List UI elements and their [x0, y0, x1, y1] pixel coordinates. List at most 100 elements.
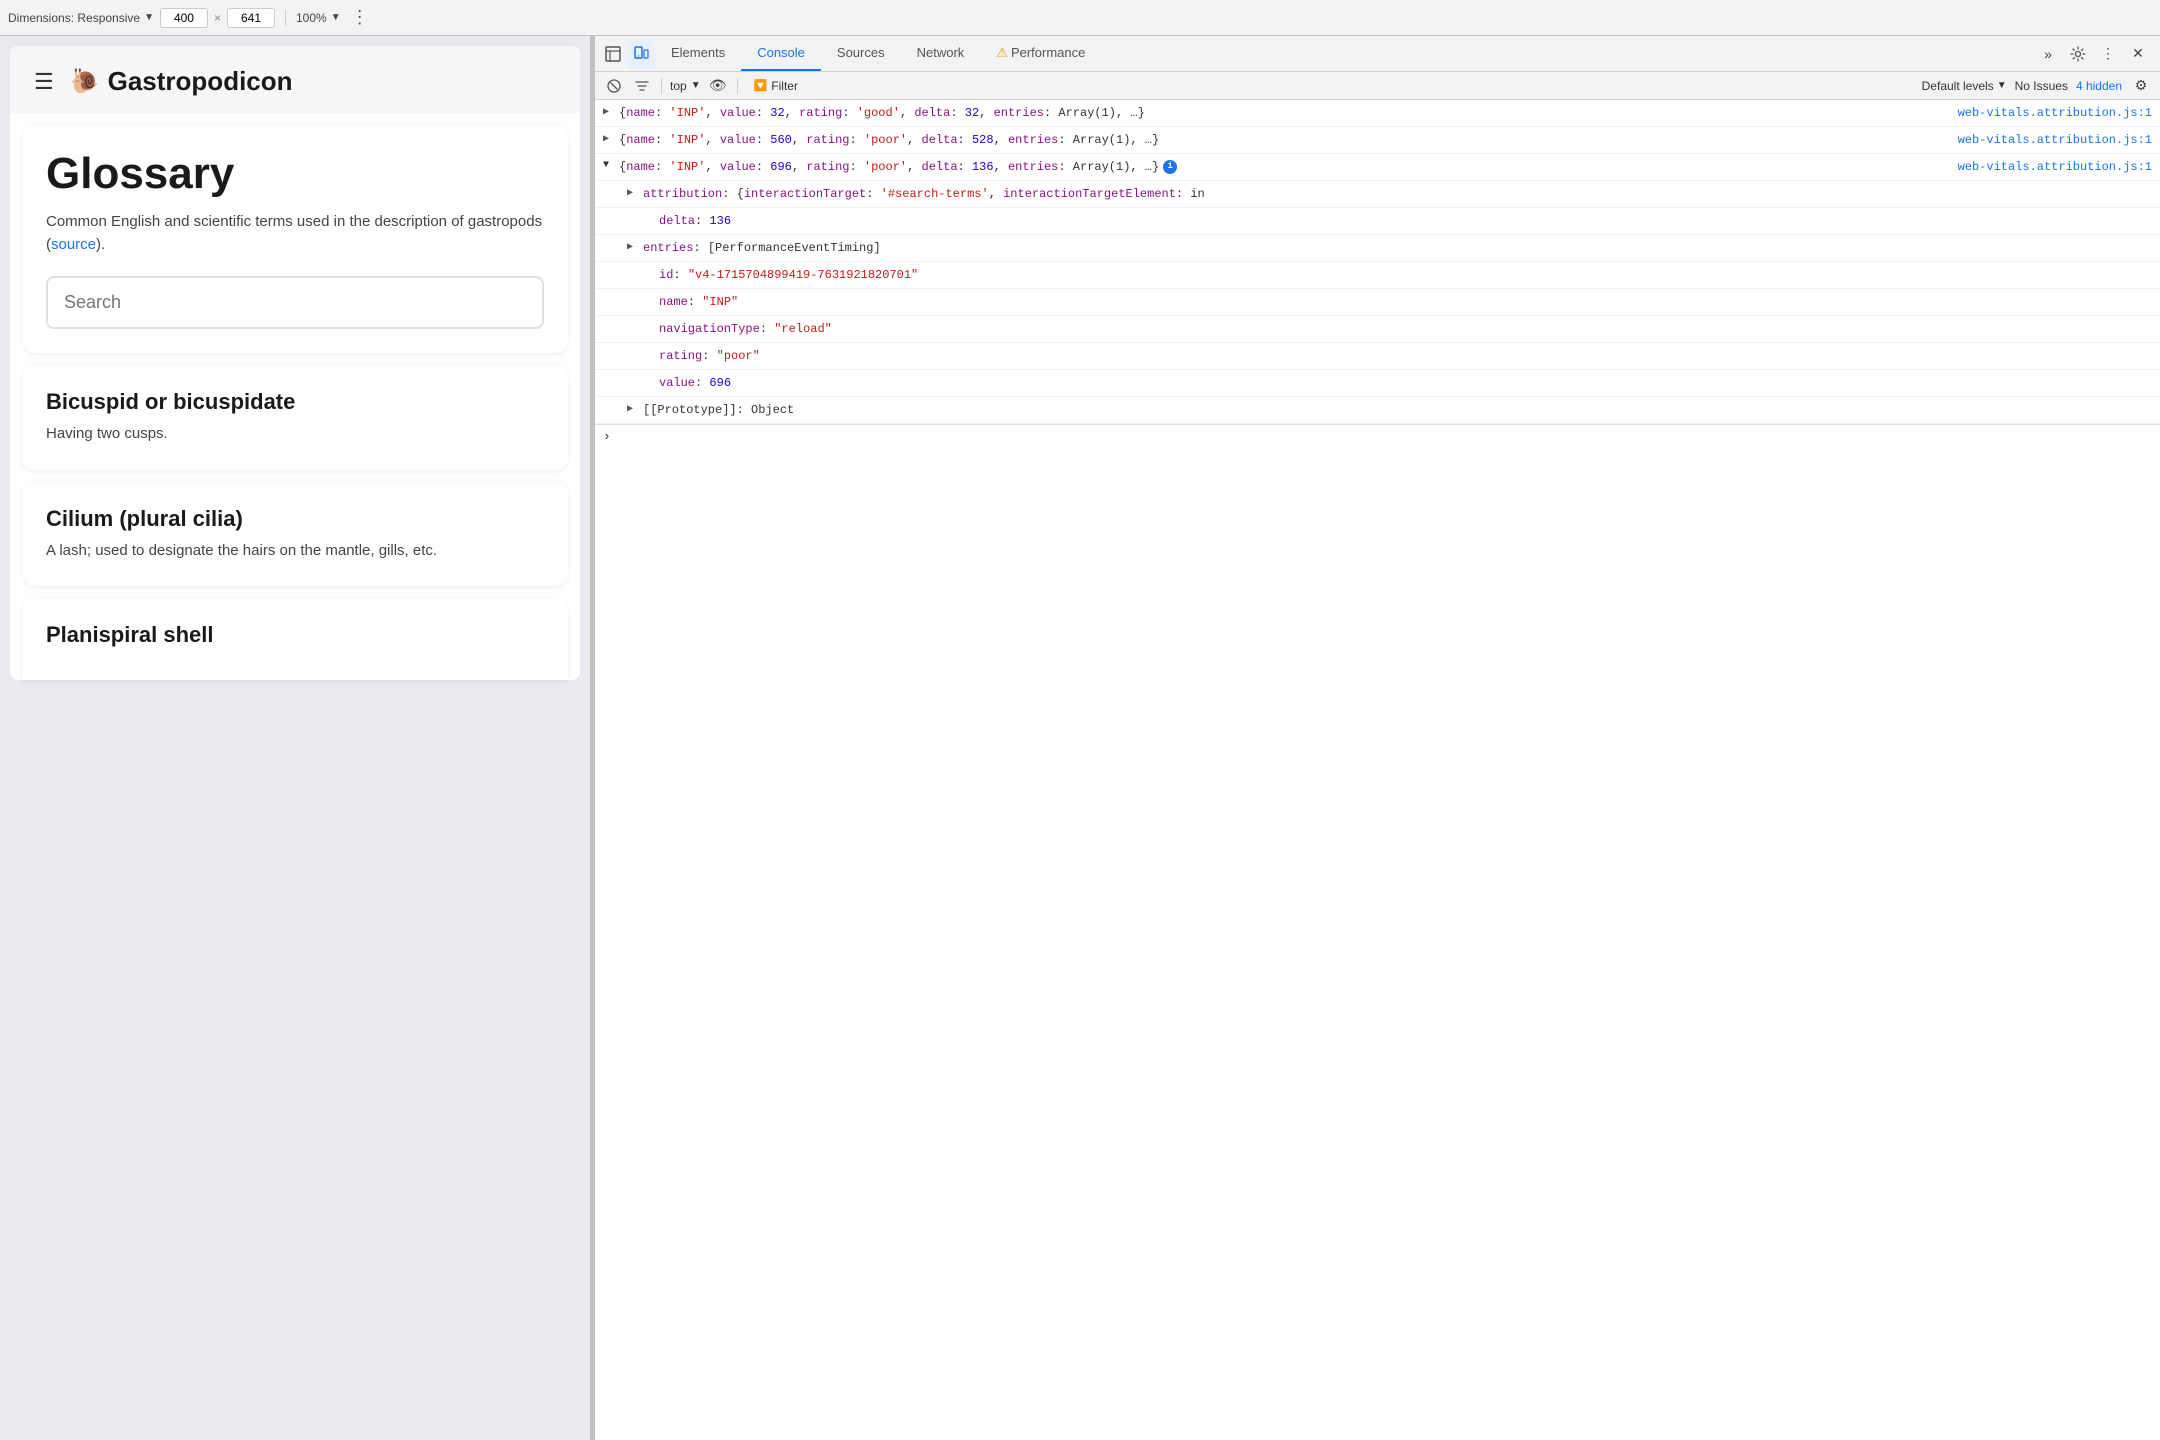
zoom-dropdown-icon: ▼ — [331, 12, 341, 23]
devtools-settings-button[interactable] — [2064, 40, 2092, 68]
console-row-id: ▶ id: "v4-1715704899419-7631921820701" — [595, 262, 2160, 289]
hamburger-icon[interactable]: ☰ — [34, 69, 54, 95]
filter-toggle-button[interactable] — [631, 75, 653, 97]
console-row-3: ▼ web-vitals.attribution.js:1 {name: 'IN… — [595, 154, 2160, 181]
console-text-2: web-vitals.attribution.js:1 {name: 'INP'… — [619, 131, 2152, 149]
hidden-count[interactable]: 4 hidden — [2076, 79, 2122, 93]
expand-arrow-2[interactable]: ▶ — [603, 131, 619, 145]
console-text-name: name: "INP" — [659, 293, 2152, 311]
toolbar2-separator — [661, 78, 662, 94]
warning-icon: ⚠ — [996, 45, 1008, 61]
console-link-2[interactable]: web-vitals.attribution.js:1 — [1958, 131, 2152, 149]
console-text-id: id: "v4-1715704899419-7631921820701" — [659, 266, 2152, 284]
devtools-close-button[interactable]: ✕ — [2124, 40, 2152, 68]
console-text-navtype: navigationType: "reload" — [659, 320, 2152, 338]
levels-dropdown[interactable]: Default levels ▼ — [1922, 79, 2007, 93]
glossary-heading: Glossary — [46, 149, 544, 199]
console-link-3[interactable]: web-vitals.attribution.js:1 — [1958, 158, 2152, 176]
site-header: ☰ 🐌 Gastropodicon — [10, 46, 580, 113]
zoom-label: 100% ▼ — [296, 11, 341, 25]
console-input[interactable] — [617, 430, 2152, 444]
filter-icon: 🔽 — [754, 79, 768, 92]
console-row-name: ▶ name: "INP" — [595, 289, 2160, 316]
console-text-rating: rating: "poor" — [659, 347, 2152, 365]
context-selector[interactable]: top ▼ — [670, 79, 701, 93]
console-row-navtype: ▶ navigationType: "reload" — [595, 316, 2160, 343]
console-text-prototype: [[Prototype]]: Object — [643, 401, 2152, 419]
source-link[interactable]: source — [51, 236, 96, 253]
expand-arrow-entries[interactable]: ▶ — [627, 239, 643, 253]
toolbar2-right: Default levels ▼ No Issues 4 hidden ⚙ — [1922, 75, 2152, 97]
info-icon: i — [1163, 160, 1177, 174]
devtools-tab-icons: » ⋮ ✕ — [2034, 40, 2160, 68]
console-link-1[interactable]: web-vitals.attribution.js:1 — [1958, 104, 2152, 122]
expand-arrow-prototype[interactable]: ▶ — [627, 401, 643, 415]
height-input[interactable] — [227, 8, 275, 28]
filter-input-area[interactable]: 🔽 Filter — [746, 77, 806, 95]
toolbar-separator — [285, 10, 286, 26]
dimensions-label: Dimensions: Responsive ▼ — [8, 11, 154, 25]
console-text-entries: entries: [PerformanceEventTiming] — [643, 239, 2152, 257]
levels-dropdown-icon: ▼ — [1997, 80, 2007, 91]
console-row-attribution: ▶ attribution: {interactionTarget: '#sea… — [595, 181, 2160, 208]
website-container: ☰ 🐌 Gastropodicon Glossary Common Englis… — [10, 46, 580, 680]
term-title-cilium: Cilium (plural cilia) — [46, 506, 544, 532]
console-text-3: web-vitals.attribution.js:1 {name: 'INP'… — [619, 158, 2152, 176]
term-card-bicuspid: Bicuspid or bicuspidate Having two cusps… — [22, 365, 568, 470]
site-logo: 🐌 Gastropodicon — [70, 66, 293, 97]
dimensions-text: Dimensions: Responsive — [8, 11, 140, 25]
expand-arrow-3[interactable]: ▼ — [603, 158, 619, 171]
no-issues-label: No Issues — [2015, 79, 2068, 93]
search-input[interactable] — [46, 276, 544, 329]
toolbar-more-button[interactable]: ⋮ — [347, 7, 373, 28]
toolbar2-separator2 — [737, 78, 738, 94]
main-area: ☰ 🐌 Gastropodicon Glossary Common Englis… — [0, 36, 2160, 1440]
term-def-bicuspid: Having two cusps. — [46, 423, 544, 446]
zoom-text: 100% — [296, 11, 327, 25]
console-settings-icon[interactable]: ⚙ — [2130, 75, 2152, 97]
console-content: ▶ web-vitals.attribution.js:1 {name: 'IN… — [595, 100, 2160, 1440]
context-value: top — [670, 79, 687, 93]
glossary-desc-end: ). — [96, 236, 105, 253]
tab-network[interactable]: Network — [901, 36, 981, 71]
expand-arrow-attribution[interactable]: ▶ — [627, 185, 643, 199]
console-row-delta: ▶ delta: 136 — [595, 208, 2160, 235]
tab-console[interactable]: Console — [741, 36, 821, 71]
glossary-description: Common English and scientific terms used… — [46, 211, 544, 256]
term-card-planispiral: Planispiral shell — [22, 598, 568, 680]
search-input-wrap — [46, 276, 544, 329]
live-expressions-button[interactable]: 👁 — [707, 75, 729, 97]
tab-performance[interactable]: ⚠ Performance — [980, 36, 1101, 71]
console-text-attribution: attribution: {interactionTarget: '#searc… — [643, 185, 2152, 203]
devtools-toolbar2: top ▼ 👁 🔽 Filter Default levels ▼ No Iss… — [595, 72, 2160, 100]
width-input[interactable] — [160, 8, 208, 28]
more-tabs-button[interactable]: » — [2034, 40, 2062, 68]
term-title-bicuspid: Bicuspid or bicuspidate — [46, 389, 544, 415]
term-title-planispiral: Planispiral shell — [46, 622, 544, 648]
dimensions-dropdown-icon: ▼ — [144, 12, 154, 23]
console-input-row: › — [595, 424, 2160, 448]
term-def-cilium: A lash; used to designate the hairs on t… — [46, 540, 544, 563]
site-title: Gastropodicon — [108, 66, 293, 97]
clear-console-button[interactable] — [603, 75, 625, 97]
tab-sources[interactable]: Sources — [821, 36, 901, 71]
console-row-rating: ▶ rating: "poor" — [595, 343, 2160, 370]
devtools-tabs: Elements Console Sources Network ⚠ Perfo… — [595, 36, 2160, 72]
device-icon[interactable] — [627, 40, 655, 68]
left-pane: ☰ 🐌 Gastropodicon Glossary Common Englis… — [0, 36, 590, 1440]
snail-icon: 🐌 — [70, 67, 100, 96]
console-row-2: ▶ web-vitals.attribution.js:1 {name: 'IN… — [595, 127, 2160, 154]
console-prompt: › — [603, 429, 611, 444]
glossary-desc-start: Common English and scientific terms used… — [46, 213, 542, 253]
tab-elements[interactable]: Elements — [655, 36, 741, 71]
filter-label: Filter — [771, 79, 798, 93]
top-toolbar: Dimensions: Responsive ▼ × 100% ▼ ⋮ — [0, 0, 2160, 36]
devtools-panel: Elements Console Sources Network ⚠ Perfo… — [595, 36, 2160, 1440]
console-row-1: ▶ web-vitals.attribution.js:1 {name: 'IN… — [595, 100, 2160, 127]
expand-arrow-1[interactable]: ▶ — [603, 104, 619, 118]
devtools-more-button[interactable]: ⋮ — [2094, 40, 2122, 68]
inspect-icon[interactable] — [599, 40, 627, 68]
console-row-value: ▶ value: 696 — [595, 370, 2160, 397]
console-text-delta: delta: 136 — [659, 212, 2152, 230]
console-row-entries: ▶ entries: [PerformanceEventTiming] — [595, 235, 2160, 262]
